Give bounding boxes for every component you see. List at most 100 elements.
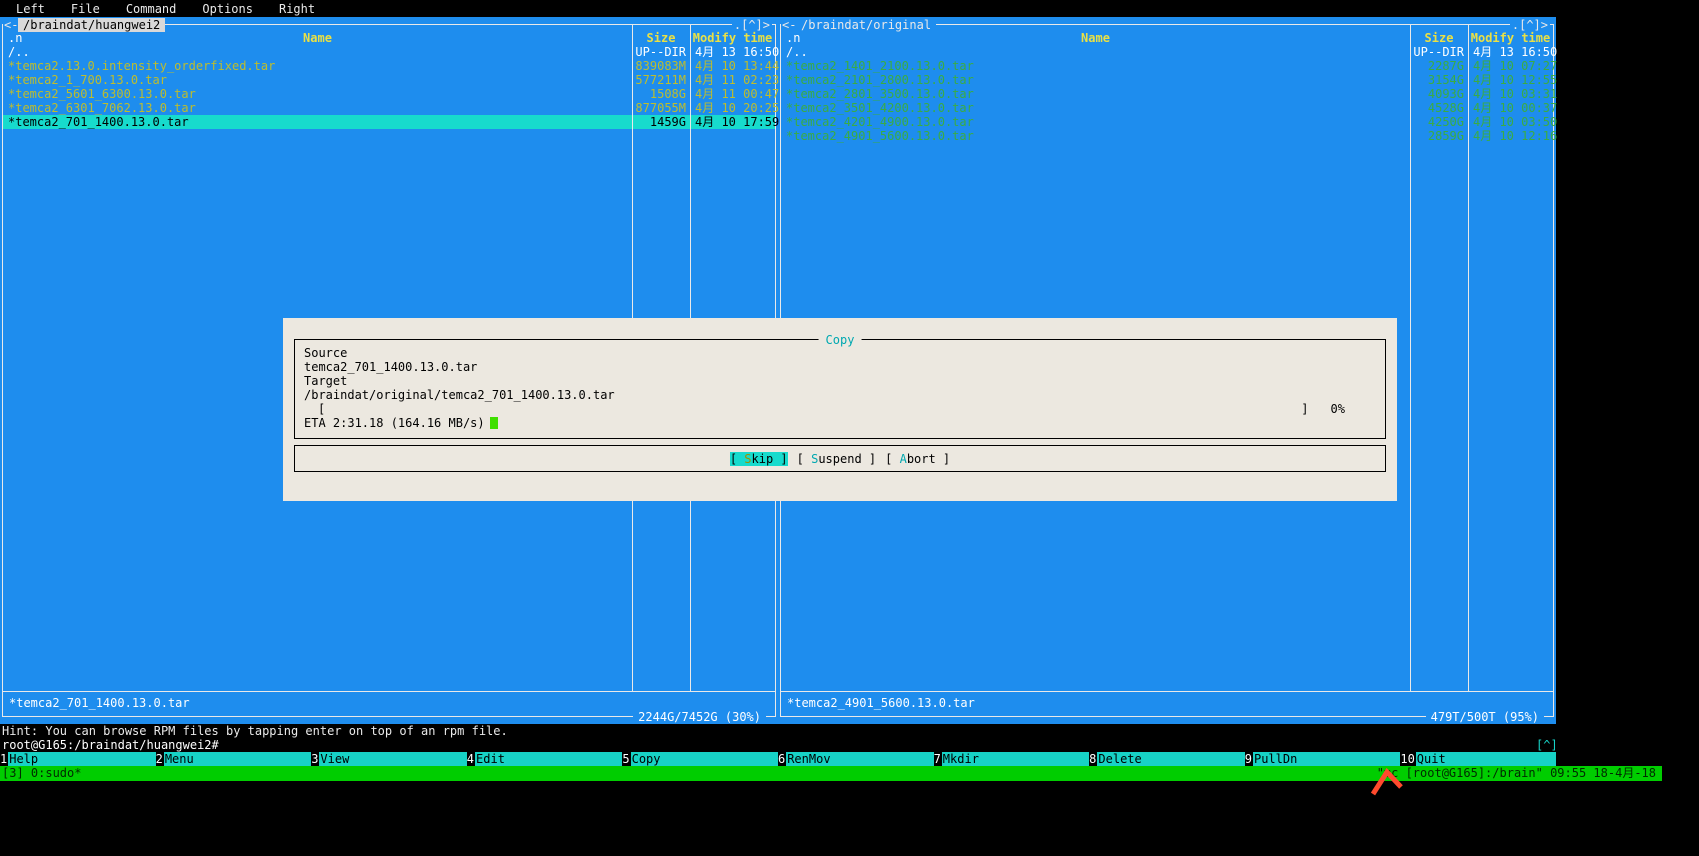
panel-toggle-hotspot[interactable]: [^] (1536, 738, 1558, 752)
fkey-copy[interactable]: 5 Copy (622, 752, 778, 766)
file-row-selected[interactable]: *temca2_701_1400.13.0.tar 1459G 4月 10 17… (3, 115, 779, 129)
file-row[interactable]: *temca2_4201_4900.13.0.tar 4250G 4月 10 0… (781, 115, 1557, 129)
file-size: 1459G (649, 115, 686, 129)
file-row[interactable]: *temca2_2801_3500.13.0.tar 4093G 4月 10 0… (781, 87, 1557, 101)
file-mtime: 4月 11 02:23 (695, 73, 780, 87)
fkey-help[interactable]: 1 Help (0, 752, 156, 766)
progress-percent: 0% (1330, 402, 1345, 416)
file-name: *temca2_1401_2100.13.0.tar (786, 59, 974, 73)
file-name: *temca2_6301_7062.13.0.tar (8, 101, 196, 115)
fkey-mkdir[interactable]: 7 Mkdir (933, 752, 1090, 766)
file-row[interactable]: *temca2_6301_7062.13.0.tar 877055M 4月 10… (3, 101, 779, 115)
size-column-header[interactable]: Size (1410, 31, 1468, 45)
fkey-number: 8 (1089, 752, 1098, 766)
fkey-number: 5 (622, 752, 631, 766)
eta-line: ETA 2:31.18 (164.16 MB/s) (304, 416, 1376, 430)
shell-command-line[interactable]: root@G165:/braindat/huangwei2# (2, 738, 219, 752)
progress-close-bracket: ] (1301, 402, 1309, 416)
name-column-header[interactable]: .n Name (3, 31, 632, 45)
button-text: [ (729, 451, 745, 466)
abort-button[interactable]: [ Abort ] (885, 452, 950, 466)
fkey-label: Quit (1415, 752, 1556, 766)
fkey-pulldn[interactable]: 9 PullDn (1244, 752, 1401, 766)
stray-pen-mark (1370, 768, 1403, 796)
fkey-delete[interactable]: 8 Delete (1089, 752, 1245, 766)
file-size: 4093G (1427, 87, 1464, 101)
file-size: 839083M (635, 59, 686, 73)
file-name: *temca2_2801_3500.13.0.tar (786, 87, 974, 101)
function-key-bar: 1 Help 2 Menu 3 View 4 Edit 5 Copy 6 RenMov 7M… (0, 752, 1556, 766)
file-row[interactable]: *temca2.13.0.intensity_orderfixed.tar 83… (3, 59, 779, 73)
tmux-status-bar: [3] 0:sudo* "mc [root@G165]:/brain" 09:5… (0, 766, 1662, 781)
dialog-button-row: [ Skip ] [ Suspend ] [ Abort ] (294, 445, 1386, 472)
file-row[interactable]: *temca2_2101_2800.13.0.tar 3154G 4月 10 1… (781, 73, 1557, 87)
file-name: *temca2_4901_5600.13.0.tar (786, 129, 974, 143)
file-row[interactable]: /.. UP--DIR 4月 13 16:50 (781, 45, 1557, 59)
fkey-renmov[interactable]: 6 RenMov (777, 752, 934, 766)
file-name: *temca2.13.0.intensity_orderfixed.tar (8, 59, 276, 73)
file-row[interactable]: /.. UP--DIR 4月 13 16:50 (3, 45, 779, 59)
progress-open-bracket: [ (318, 402, 326, 416)
fkey-number: 10 (1400, 752, 1416, 766)
file-name: *temca2_701_1400.13.0.tar (8, 115, 189, 129)
left-disk-usage: 2244G/7452G (30%) (633, 710, 766, 724)
file-size: 2287G (1427, 59, 1464, 73)
tmux-session-info: "mc [root@G165]:/brain" 09:55 18-4月-18 (1376, 766, 1656, 780)
sort-indicator[interactable]: .n (8, 31, 22, 45)
file-size: 2859G (1427, 129, 1464, 143)
mini-status-separator (3, 691, 775, 692)
column-separator (1468, 25, 1469, 691)
fkey-label: Menu (163, 752, 312, 766)
skip-button[interactable]: [ Skip ] (729, 451, 788, 466)
file-row[interactable]: *temca2_5601_6300.13.0.tar 1508G 4月 11 0… (3, 87, 779, 101)
menu-command[interactable]: Command (126, 2, 177, 16)
fkey-number: 9 (1244, 752, 1253, 766)
file-size: UP--DIR (635, 45, 686, 59)
fkey-menu[interactable]: 2 Menu (155, 752, 312, 766)
menu-options[interactable]: Options (202, 2, 253, 16)
mtime-column-header[interactable]: Modify time (1468, 31, 1553, 45)
fkey-label: Copy (630, 752, 778, 766)
hint-line: Hint: You can browse RPM files by tappin… (2, 724, 508, 738)
fkey-number: 3 (311, 752, 320, 766)
left-mini-status: *temca2_701_1400.13.0.tar (9, 696, 190, 710)
fkey-edit[interactable]: 4 Edit (466, 752, 623, 766)
fkey-quit[interactable]: 10 Quit (1400, 752, 1556, 766)
target-label: Target (304, 374, 348, 388)
fkey-number: 4 (466, 752, 476, 766)
left-panel-corner-hotspot[interactable]: .[^]> (731, 18, 772, 32)
file-row[interactable]: *temca2_3501_4200.13.0.tar 4528G 4月 10 0… (781, 101, 1557, 115)
file-name: *temca2_5601_6300.13.0.tar (8, 87, 196, 101)
fkey-label: RenMov (786, 752, 934, 766)
file-mtime: 4月 10 00:37 (1473, 101, 1558, 115)
file-size: 877055M (635, 101, 686, 115)
left-panel-path[interactable]: /braindat/huangwei2 (18, 18, 166, 32)
progress-track (325, 402, 1301, 416)
right-panel-path[interactable]: /braindat/original (796, 18, 937, 32)
file-mtime: 4月 10 13:44 (695, 59, 780, 73)
text-cursor (489, 417, 498, 429)
source-label: Source (304, 346, 348, 360)
file-row[interactable]: *temca2_1_700.13.0.tar 577211M 4月 11 02:… (3, 73, 779, 87)
menu-left[interactable]: Left (16, 2, 45, 16)
mtime-column-header[interactable]: Modify time (690, 31, 775, 45)
right-panel-scroll-marker: <- (781, 18, 798, 32)
right-panel-column-headers: .n Name Size Modify time (781, 31, 1553, 45)
menu-right[interactable]: Right (279, 2, 315, 16)
fkey-number: 6 (777, 752, 787, 766)
dialog-title: Copy (818, 333, 862, 347)
menu-file[interactable]: File (71, 2, 100, 16)
sort-indicator[interactable]: .n (786, 31, 800, 45)
fkey-view[interactable]: 3 View (311, 752, 467, 766)
file-mtime: 4月 13 16:50 (1473, 45, 1558, 59)
suspend-button[interactable]: [ Suspend ] (797, 452, 876, 466)
file-row[interactable]: *temca2_1401_2100.13.0.tar 2287G 4月 10 0… (781, 59, 1557, 73)
button-text: bort ] (906, 451, 951, 466)
right-file-list: /.. UP--DIR 4月 13 16:50 *temca2_1401_210… (781, 45, 1557, 143)
column-separator (1410, 25, 1411, 691)
name-column-header[interactable]: .n Name (781, 31, 1410, 45)
left-panel-scroll-marker: <- (3, 18, 20, 32)
file-row[interactable]: *temca2_4901_5600.13.0.tar 2859G 4月 10 1… (781, 129, 1557, 143)
right-panel-corner-hotspot[interactable]: .[^]> (1509, 18, 1550, 32)
size-column-header[interactable]: Size (632, 31, 690, 45)
